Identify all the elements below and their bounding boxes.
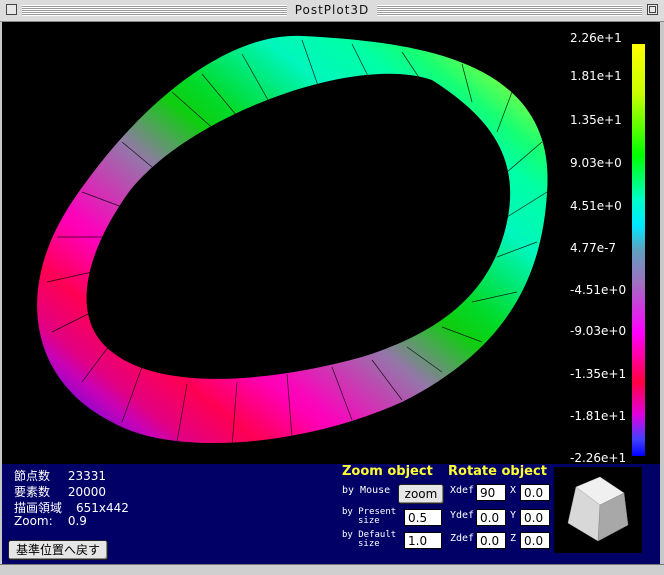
info-zoom-value: 0.9 bbox=[67, 514, 87, 528]
ydef-label: Ydef bbox=[450, 510, 475, 521]
legend-label: -2.26e+1 bbox=[570, 451, 627, 465]
ring-surface-plot bbox=[37, 35, 548, 448]
info-elements: 要素数 20000 bbox=[14, 483, 106, 500]
zdef-input[interactable]: 0.0 bbox=[476, 532, 506, 549]
legend-label: 2.26e+1 bbox=[570, 31, 622, 45]
legend-label: -9.03e+0 bbox=[570, 324, 627, 338]
info-nodes-value: 23331 bbox=[67, 469, 107, 483]
window-title: PostPlot3D bbox=[286, 3, 378, 17]
info-elements-value: 20000 bbox=[67, 485, 107, 499]
xdef-input[interactable]: 90 bbox=[476, 484, 506, 501]
info-zoom: Zoom: 0.9 bbox=[14, 514, 87, 528]
legend-label: -4.51e+0 bbox=[570, 283, 627, 297]
info-area-value: 651x442 bbox=[76, 501, 129, 515]
y-input[interactable]: 0.0 bbox=[520, 509, 550, 526]
info-elements-label: 要素数 bbox=[14, 485, 51, 499]
horizontal-scrollbar[interactable] bbox=[0, 564, 664, 575]
info-nodes-label: 節点数 bbox=[14, 469, 51, 483]
zoom-object-heading: Zoom object bbox=[342, 464, 433, 479]
by-mouse-label: by Mouse bbox=[342, 485, 391, 496]
info-nodes: 節点数 23331 bbox=[14, 467, 106, 484]
legend-label: 9.03e+0 bbox=[570, 156, 622, 170]
reset-position-button[interactable]: 基準位置へ戻す bbox=[8, 540, 108, 560]
cube-icon bbox=[567, 476, 629, 542]
zdef-label: Zdef bbox=[450, 533, 475, 544]
legend-label: 1.35e+1 bbox=[570, 113, 622, 127]
x-input[interactable]: 0.0 bbox=[520, 484, 550, 501]
legend-label: -1.81e+1 bbox=[570, 409, 627, 423]
zoom-button[interactable]: zoom bbox=[398, 484, 444, 504]
present-size-input[interactable]: 0.5 bbox=[404, 509, 442, 526]
legend-color-bar bbox=[632, 44, 645, 456]
legend-label: -1.35e+1 bbox=[570, 367, 627, 381]
by-present-line2: size bbox=[358, 516, 380, 526]
by-present-label: by Present size bbox=[342, 508, 396, 526]
z-input[interactable]: 0.0 bbox=[520, 532, 550, 549]
control-panel: 節点数 23331 要素数 20000 描画領域 651x442 Zoom: 0.… bbox=[2, 464, 660, 564]
render-canvas[interactable] bbox=[2, 22, 660, 464]
legend-label: 4.51e+0 bbox=[570, 199, 622, 213]
by-default-line2: size bbox=[358, 539, 380, 549]
xdef-label: Xdef bbox=[450, 485, 475, 496]
legend-label: 1.81e+1 bbox=[570, 69, 622, 83]
legend-label: 4.77e-7 bbox=[570, 241, 617, 255]
default-size-input[interactable]: 1.0 bbox=[404, 532, 442, 549]
y-label: Y bbox=[510, 510, 517, 521]
rotate-object-heading: Rotate object bbox=[448, 464, 547, 479]
z-label: Z bbox=[510, 533, 517, 544]
x-label: X bbox=[510, 485, 517, 496]
info-zoom-label: Zoom: bbox=[14, 514, 53, 528]
rotation-cube-widget[interactable] bbox=[554, 467, 642, 553]
ydef-input[interactable]: 0.0 bbox=[476, 509, 506, 526]
title-bar[interactable]: PostPlot3D bbox=[0, 0, 664, 22]
by-default-label: by Default size bbox=[342, 531, 396, 549]
